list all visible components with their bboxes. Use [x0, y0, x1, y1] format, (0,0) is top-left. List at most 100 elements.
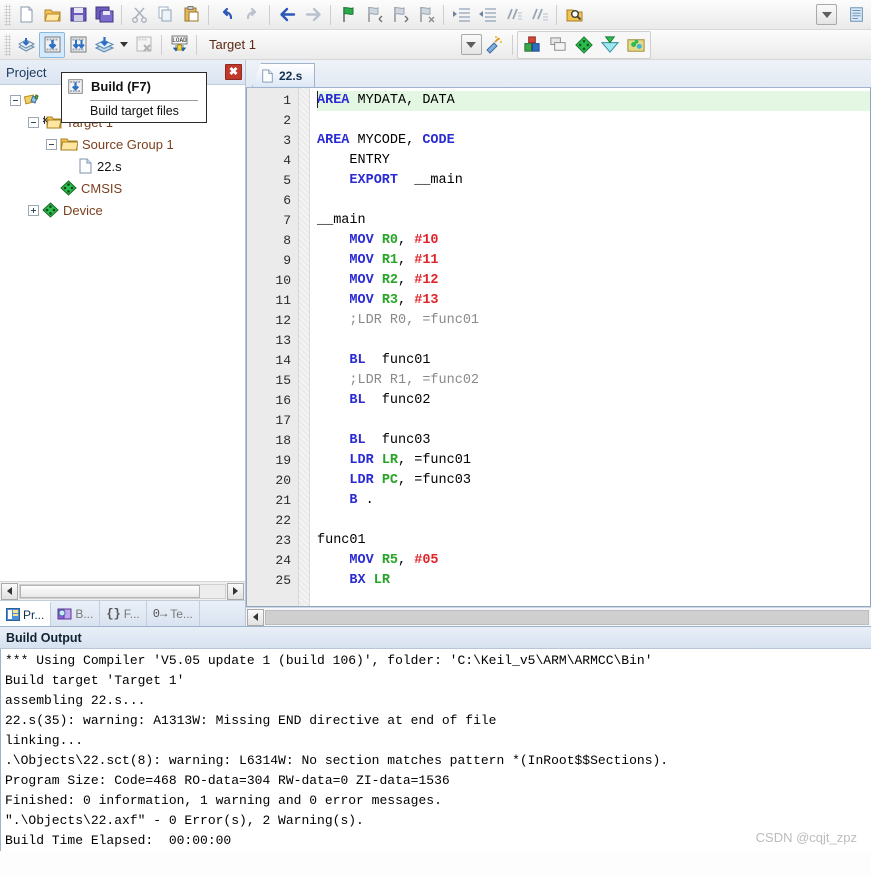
editor-tab-22s[interactable]: 22.s — [252, 63, 316, 87]
translate-icon[interactable] — [13, 32, 39, 58]
code-line[interactable]: LDR LR, =func01 — [317, 451, 870, 471]
batch-build-icon[interactable] — [91, 32, 117, 58]
code-line[interactable]: MOV R3, #13 — [317, 291, 870, 311]
paste-icon[interactable] — [178, 2, 204, 28]
code-line[interactable]: BL func01 — [317, 351, 870, 371]
save-all-icon[interactable] — [91, 2, 117, 28]
toolbar-overflow-dropdown[interactable] — [816, 4, 837, 25]
tree-node-device[interactable]: Device — [0, 199, 245, 221]
cut-icon[interactable] — [126, 2, 152, 28]
project-tree-horizontal-scrollbar[interactable] — [0, 581, 245, 600]
copy-icon[interactable] — [152, 2, 178, 28]
code-line[interactable]: MOV R0, #10 — [317, 231, 870, 251]
expander-minus-icon[interactable] — [10, 94, 21, 106]
manage-project-items-icon[interactable] — [519, 32, 545, 58]
tab-templates-label: Te... — [170, 606, 193, 621]
tree-node-source-group[interactable]: Source Group 1 — [0, 133, 245, 155]
bookmark-next-icon[interactable] — [387, 2, 413, 28]
toolbar-grip[interactable] — [4, 3, 11, 26]
code-line[interactable]: ;LDR R1, =func02 — [317, 371, 870, 391]
pack-installer-icon[interactable] — [571, 32, 597, 58]
tab-project[interactable]: Pr... — [0, 601, 52, 626]
code-token-cmt: ;LDR R0, =func01 — [349, 313, 480, 328]
code-line[interactable] — [317, 191, 870, 211]
editor-horizontal-scrollbar[interactable] — [246, 607, 871, 626]
scroll-track[interactable] — [19, 583, 226, 599]
line-number: 5 — [283, 173, 291, 188]
tab-books[interactable]: B... — [51, 601, 101, 626]
code-line[interactable]: MOV R2, #12 — [317, 271, 870, 291]
line-number: 1 — [283, 93, 291, 108]
target-selector-dropdown[interactable] — [262, 34, 482, 56]
bookmark-clear-icon[interactable] — [413, 2, 439, 28]
toolbar-separator — [208, 4, 209, 25]
project-tree[interactable]: Target 1 Source Group 1 22.s — [0, 85, 245, 581]
toolbar-grip[interactable] — [4, 33, 11, 56]
expander-plus-icon[interactable] — [28, 204, 39, 216]
code-line[interactable]: BL func03 — [317, 431, 870, 451]
code-line[interactable]: ;LDR R0, =func01 — [317, 311, 870, 331]
scroll-right-button[interactable] — [227, 582, 244, 600]
expander-minus-icon[interactable] — [28, 116, 39, 128]
outdent-icon[interactable] — [474, 2, 500, 28]
tab-functions[interactable]: {} F... — [100, 601, 147, 626]
navigate-back-icon[interactable] — [274, 2, 300, 28]
bookmark-toggle-icon[interactable] — [335, 2, 361, 28]
scroll-thumb[interactable] — [20, 584, 201, 598]
uncomment-icon[interactable] — [526, 2, 552, 28]
code-line[interactable]: AREA MYDATA, DATA — [317, 91, 870, 111]
code-line[interactable]: MOV R5, #05 — [317, 551, 870, 571]
navigate-forward-icon[interactable] — [300, 2, 326, 28]
scroll-track[interactable] — [265, 609, 869, 625]
tree-node-cmsis[interactable]: CMSIS — [0, 177, 245, 199]
close-icon[interactable]: ✖ — [225, 64, 242, 80]
manage-run-env-icon[interactable] — [597, 32, 623, 58]
code-line[interactable]: MOV R1, #11 — [317, 251, 870, 271]
scroll-left-button[interactable] — [1, 582, 18, 600]
target-dropdown-arrow[interactable] — [460, 34, 482, 55]
code-editor[interactable]: 1 2 3 4 5 6 7 8 9 10 11 12 13 14 15 16 17 18 19 20 21 22 23 24 2… — [246, 88, 871, 607]
find-in-files-icon[interactable] — [561, 2, 587, 28]
code-line[interactable]: B . — [317, 491, 870, 511]
save-icon[interactable] — [65, 2, 91, 28]
code-line[interactable] — [317, 411, 870, 431]
redo-icon[interactable] — [239, 2, 265, 28]
rebuild-icon[interactable] — [65, 32, 91, 58]
expander-minus-icon[interactable] — [46, 138, 57, 150]
configuration-wizard-icon[interactable] — [843, 2, 869, 28]
code-line[interactable] — [317, 511, 870, 531]
code-line[interactable]: LDR PC, =func03 — [317, 471, 870, 491]
code-line[interactable] — [317, 111, 870, 131]
new-file-icon[interactable] — [13, 2, 39, 28]
pack-manage-icon[interactable] — [623, 32, 649, 58]
tooltip-divider — [90, 100, 198, 101]
chevron-down-icon — [466, 41, 477, 48]
build-output-content[interactable]: *** Using Compiler 'V5.05 update 1 (buil… — [0, 649, 871, 851]
comment-icon[interactable] — [500, 2, 526, 28]
line-number: 20 — [275, 473, 291, 488]
batch-build-dropdown-arrow[interactable] — [117, 32, 131, 58]
code-line[interactable]: BL func02 — [317, 391, 870, 411]
code-line[interactable]: AREA MYCODE, CODE — [317, 131, 870, 151]
code-line[interactable]: __main — [317, 211, 870, 231]
target-options-icon[interactable] — [482, 32, 508, 58]
bookmark-prev-icon[interactable] — [361, 2, 387, 28]
indent-icon[interactable] — [448, 2, 474, 28]
download-icon[interactable]: LOAD — [166, 32, 192, 58]
stop-build-icon[interactable] — [131, 32, 157, 58]
undo-icon[interactable] — [213, 2, 239, 28]
code-content[interactable]: AREA MYDATA, DATA AREA MYCODE, CODE ENTRY… — [299, 88, 870, 606]
open-file-icon[interactable] — [39, 2, 65, 28]
scroll-left-button[interactable] — [247, 608, 264, 626]
tree-node-source-file[interactable]: 22.s — [0, 155, 245, 177]
tab-templates[interactable]: 0→ Te... — [147, 601, 200, 626]
code-line[interactable] — [317, 331, 870, 351]
code-line[interactable]: func01 — [317, 531, 870, 551]
code-line[interactable]: EXPORT __main — [317, 171, 870, 191]
code-line[interactable]: BX LR — [317, 571, 870, 591]
multi-project-icon[interactable] — [545, 32, 571, 58]
code-line[interactable]: ENTRY — [317, 151, 870, 171]
build-icon[interactable] — [39, 31, 65, 58]
